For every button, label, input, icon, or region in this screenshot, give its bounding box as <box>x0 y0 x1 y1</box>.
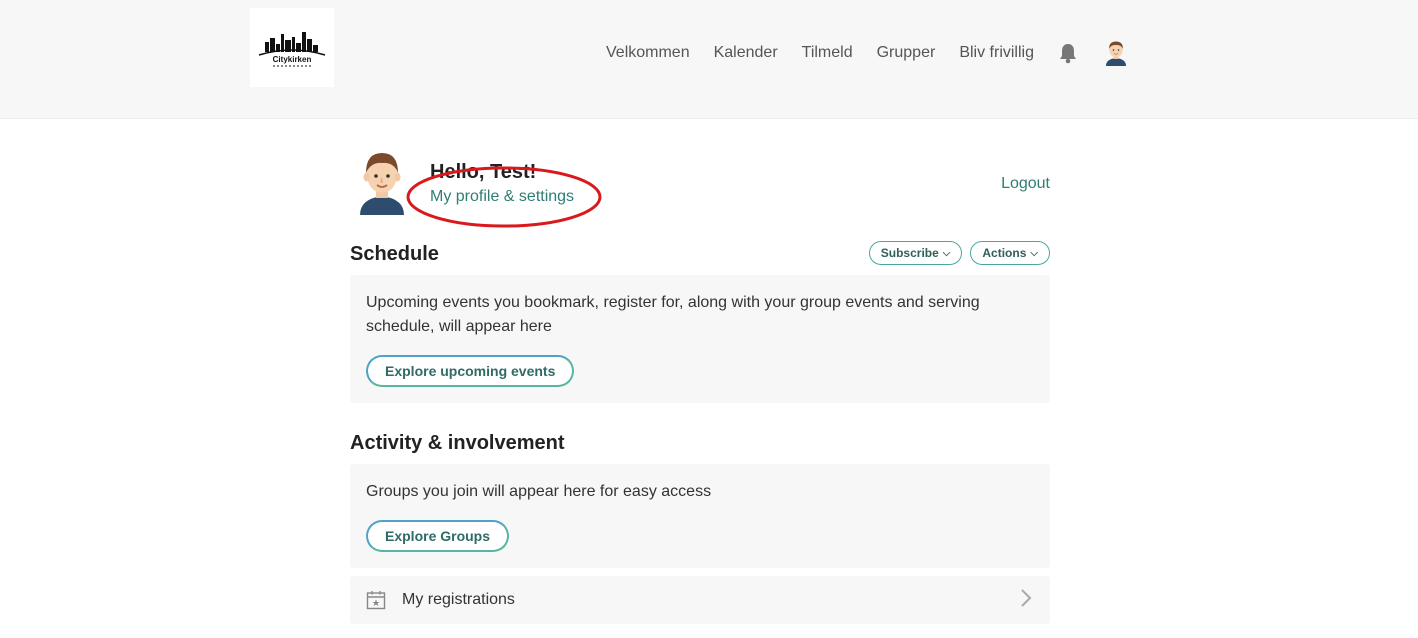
logo-wordmark: Citykirken <box>273 55 312 64</box>
actions-label: Actions <box>982 246 1027 260</box>
notifications-button[interactable] <box>1058 42 1078 64</box>
subscribe-dropdown-button[interactable]: Subscribe ⌵ <box>868 241 963 265</box>
top-header: Citykirken Velkommen Kalender Tilmeld Gr… <box>0 0 1418 119</box>
chevron-down-icon: ⌵ <box>942 247 951 259</box>
profile-avatar <box>358 151 406 220</box>
my-registrations-row[interactable]: My registrations <box>350 576 1050 624</box>
greeting-heading: Hello, Test! <box>430 161 537 183</box>
main-nav: Velkommen Kalender Tilmeld Grupper Bliv … <box>606 40 1128 66</box>
chevron-down-icon: ⌵ <box>1030 247 1038 259</box>
user-avatar-icon <box>1105 41 1126 66</box>
bell-icon <box>1059 44 1076 64</box>
nav-kalender[interactable]: Kalender <box>714 42 778 64</box>
logout-link[interactable]: Logout <box>1001 175 1050 193</box>
nav-velkommen[interactable]: Velkommen <box>606 42 690 64</box>
calendar-icon <box>366 590 386 615</box>
greeting-row: Hello, Test! My profile & settings Logou… <box>350 151 1050 228</box>
explore-events-button[interactable]: Explore upcoming events <box>366 355 575 387</box>
nav-bliv-frivillig[interactable]: Bliv frivillig <box>959 42 1034 64</box>
skyline-logo-icon: Citykirken <box>258 31 326 66</box>
activity-card: Groups you join will appear here for eas… <box>350 464 1050 568</box>
activity-empty-text: Groups you join will appear here for eas… <box>366 483 712 500</box>
schedule-card: Upcoming events you bookmark, register f… <box>350 275 1050 403</box>
actions-dropdown-button[interactable]: Actions ⌵ <box>970 241 1050 265</box>
nav-tilmeld[interactable]: Tilmeld <box>802 42 853 64</box>
schedule-toolbar: Subscribe ⌵ Actions ⌵ <box>868 241 1050 265</box>
my-registrations-label: My registrations <box>402 591 515 608</box>
explore-groups-button[interactable]: Explore Groups <box>366 520 510 552</box>
profile-settings-link[interactable]: My profile & settings <box>430 188 574 206</box>
activity-heading: Activity & involvement <box>350 432 565 454</box>
citykirken-logo[interactable]: Citykirken <box>250 8 334 87</box>
chevron-right-icon <box>1020 588 1032 613</box>
schedule-empty-text: Upcoming events you bookmark, register f… <box>366 294 980 335</box>
nav-grupper[interactable]: Grupper <box>877 42 936 64</box>
account-menu-button[interactable] <box>1104 40 1128 66</box>
user-avatar-large-icon <box>360 153 404 215</box>
subscribe-label: Subscribe <box>880 246 939 260</box>
schedule-heading: Schedule <box>350 243 439 265</box>
